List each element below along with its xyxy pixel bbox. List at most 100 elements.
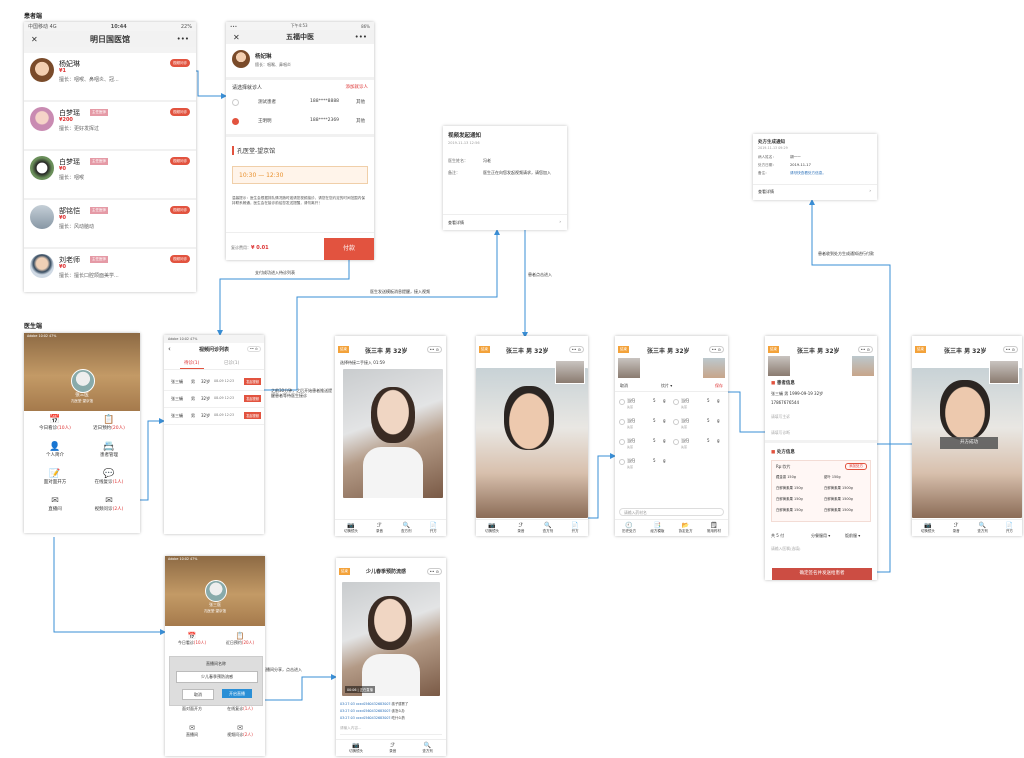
remove-icon[interactable] [673,399,679,405]
herb-item[interactable]: 当归 先煎 5 g [619,396,671,413]
live-menu-item[interactable]: 面对面开方 [169,706,215,712]
usage-select[interactable]: 分餐服用 ▾ [811,533,830,539]
herb-search-input[interactable]: 请输入药材名 [619,508,724,516]
end-tag[interactable]: 结束 [915,346,926,353]
common-herb-button[interactable]: 🗒 常用药材 [707,522,721,534]
notice-detail-link[interactable]: 查看详情 [758,189,774,195]
live-name-input[interactable]: 少儿春季预防流感 [176,671,258,683]
end-tag[interactable]: 结束 [768,346,779,353]
live-menu-item[interactable]: 在线复诊(1人) [217,706,263,712]
more-icon[interactable]: •• ⊙ [708,346,724,353]
close-icon[interactable]: ✕ [233,33,240,42]
agreed-rx-button[interactable]: 📂 协定处方 [679,522,693,534]
video-consult-button[interactable]: 视频问诊 [170,59,190,67]
remove-icon[interactable] [673,419,679,425]
type-select[interactable]: 饮片 ▾ [661,383,672,389]
more-icon[interactable]: •• ⊙ [246,346,261,352]
herb-search-button[interactable]: 🔍 查方剂 [422,742,433,754]
herb-qty[interactable]: 5 [707,418,710,423]
record-button[interactable]: ℱ 录音 [517,522,524,534]
prescribe-button[interactable]: 📄 开方 [571,522,578,534]
record-button[interactable]: ℱ 录音 [376,522,383,534]
herb-item[interactable]: 当归 先煎 5 g [673,436,725,453]
home-menu-item[interactable]: 👤 个人简介 [28,442,82,458]
herb-qty[interactable]: 5 [653,438,656,443]
camera-switch-button[interactable]: 📷 切换镜头 [349,742,363,754]
home-menu-item[interactable]: ✉ 直播间 [28,496,82,512]
live-menu-item[interactable]: ✉ 视频问诊(2人) [217,724,263,738]
live-menu-item[interactable]: 📋 近日预约(20人) [217,632,263,646]
remove-icon[interactable] [619,459,625,465]
home-menu-item[interactable]: 📝 面对面开方 [28,469,82,485]
herb-qty[interactable]: 5 [653,398,656,403]
more-icon[interactable]: •• ⊙ [568,346,584,353]
doctor-list-item[interactable]: 杨妃琳 ¥1 擅长：咽喉、鼻咽炎、冠... 视频问诊 [24,53,196,102]
chat-input[interactable]: 请输入内容... [340,726,442,735]
queue-row[interactable]: 张三蛹 男 32岁 08-09 12:23 发起视频 [164,409,264,425]
record-button[interactable]: ℱ 录音 [389,742,396,754]
time-slot[interactable]: 10:30 — 12:30 [232,166,368,184]
radio-checked-icon[interactable] [232,118,239,125]
complaint-field[interactable]: 请填写主诉 [771,414,790,420]
queue-row[interactable]: 张三蛹 男 32岁 08-09 12:23 发起视频 [164,392,264,408]
herb-item[interactable]: 当归 先煎 5 g [673,416,725,433]
queue-row[interactable]: 张三蛹 男 32岁 08-09 12:23 发起视频 [164,375,264,391]
herb-qty[interactable]: 5 [653,418,656,423]
video-consult-button[interactable]: 视频问诊 [170,108,190,116]
more-icon[interactable]: •• ⊙ [426,568,442,575]
back-icon[interactable]: ‹ [168,345,171,353]
notice-detail-link[interactable]: 查看详情 [448,220,464,226]
live-menu-item[interactable]: 📅 今日看诊(10人) [169,632,215,646]
prescribe-button[interactable]: 📄 开方 [430,522,437,534]
live-menu-item[interactable]: ✉ 直播间 [169,724,215,738]
advice-field[interactable]: 请输入医嘱(选填) [771,546,801,552]
herb-search-button[interactable]: 🔍 查方剂 [977,522,988,534]
tab-done[interactable]: 已诊(1) [224,360,239,366]
end-tag[interactable]: 结束 [479,346,490,353]
method-select[interactable]: 饭前服 ▾ [845,533,860,539]
end-tag[interactable]: 结束 [338,346,349,353]
more-icon[interactable]: ••• [177,35,189,43]
cancel-button[interactable]: 取消 [182,689,214,700]
doctor-list-item[interactable]: 白梦瑶 主任医师 ¥0 擅长：咽喉 视频问诊 [24,151,196,200]
herb-qty[interactable]: 5 [653,458,656,463]
camera-switch-button[interactable]: 📷 切换镜头 [485,522,499,534]
start-video-button[interactable]: 发起视频 [244,412,261,419]
home-menu-item[interactable]: 📋 近日预约(20人) [82,415,136,431]
more-icon[interactable]: •• ⊙ [857,346,873,353]
herb-search-button[interactable]: 🔍 查方剂 [401,522,412,534]
prescribe-button[interactable]: 📄 开方 [1006,522,1013,534]
home-menu-item[interactable]: 📅 今日看诊(10人) [28,415,82,431]
remove-icon[interactable] [619,399,625,405]
more-icon[interactable]: ••• [355,33,367,41]
camera-switch-button[interactable]: 📷 切换镜头 [344,522,358,534]
home-menu-item[interactable]: 💬 在线复诊(1人) [82,469,136,485]
doctor-list-item[interactable]: 白梦瑶 主任医师 ¥200 擅长：更好发挥过 视频问诊 [24,102,196,151]
self-preview[interactable] [555,360,585,384]
herb-item[interactable]: 当归 先煎 5 g [619,436,671,453]
start-live-button[interactable]: 开启直播 [222,689,252,698]
history-rx-button[interactable]: 🕘 历史处方 [622,522,636,534]
tab-pending[interactable]: 待诊(1) [184,360,199,366]
record-button[interactable]: ℱ 录音 [953,522,960,534]
remove-icon[interactable] [673,439,679,445]
herb-search-button[interactable]: 🔍 查方剂 [543,522,554,534]
video-consult-button[interactable]: 视频问诊 [170,255,190,263]
more-icon[interactable]: •• ⊙ [1002,346,1018,353]
herb-item[interactable]: 当归 先煎 5 g [673,396,725,413]
doctor-list-item[interactable]: 刘老师 主任医师 ¥0 擅长：擅长口腔颌面美学... 视频问诊 [24,249,196,292]
close-icon[interactable]: ✕ [31,35,38,44]
more-icon[interactable]: •• ⊙ [426,346,442,353]
video-consult-button[interactable]: 视频问诊 [170,157,190,165]
herb-item[interactable]: 当归 先煎 5 g [619,416,671,433]
remove-icon[interactable] [619,439,625,445]
herb-item[interactable]: 当归 先煎 5 g [619,456,671,473]
video-consult-button[interactable]: 视频问诊 [170,206,190,214]
doctor-list-item[interactable]: 郜铭恺 主任医师 ¥0 擅长：风动脑动 视频问诊 [24,200,196,249]
start-video-button[interactable]: 发起视频 [244,378,261,385]
herb-qty[interactable]: 5 [707,398,710,403]
add-rx-button[interactable]: 添加处方 [845,463,867,470]
submit-rx-button[interactable]: 确定签名并发送给患者 [772,568,872,580]
cancel-link[interactable]: 取消 [620,383,628,389]
herb-qty[interactable]: 5 [707,438,710,443]
